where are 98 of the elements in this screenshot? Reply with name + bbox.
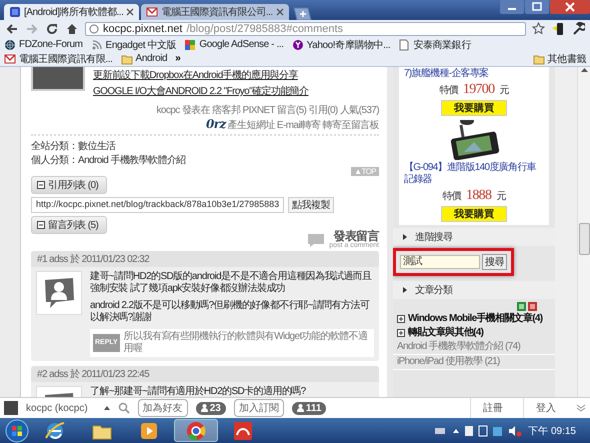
close-icon[interactable] xyxy=(126,8,134,16)
bookmark[interactable]: Android xyxy=(120,52,168,65)
bullet-icon xyxy=(403,287,407,293)
scrollbar-thumb[interactable] xyxy=(578,223,590,255)
toggle-button[interactable]: 留言列表 (5) xyxy=(31,216,108,234)
user-menu[interactable]: kocpc (kocpc) xyxy=(26,402,110,414)
category-item[interactable]: 轉貼文章與其他(4) xyxy=(393,326,555,340)
caret-icon xyxy=(104,406,110,410)
comment-text: 了解~那建哥~請問有適用於HD2的SD卡的適用的嗎? xyxy=(90,386,307,397)
search-field[interactable]: 測試 xyxy=(400,255,480,269)
expand-all-icon[interactable] xyxy=(517,302,526,311)
product-description[interactable]: 7)旗艦機種-企客專案 xyxy=(404,68,489,80)
share-links[interactable]: 產生短網址 E-mail轉寄 轉寄至留言板 xyxy=(228,118,379,132)
copy-button[interactable]: 點我複製 xyxy=(288,197,334,213)
person-icon xyxy=(296,404,304,412)
personal-category[interactable]: 個人分類：Android 手機教學軟體介紹 xyxy=(31,153,379,167)
clock[interactable]: 下午 09:15 xyxy=(528,424,576,438)
bookmark[interactable]: Engadget 中文版 xyxy=(90,38,176,51)
bookmarks-overflow[interactable]: » xyxy=(175,53,180,64)
browser-e-icon xyxy=(44,420,66,442)
price: 19700 xyxy=(462,82,494,98)
chevron-icon[interactable] xyxy=(576,404,586,412)
add-friend-button[interactable]: 加為好友 xyxy=(138,399,188,417)
browser-tab[interactable]: 電腦王國際資訊有限公司... xyxy=(141,4,289,20)
count-badge: 111 xyxy=(292,402,326,414)
mail-icon xyxy=(146,6,158,18)
squares-icon xyxy=(184,38,196,50)
back-icon[interactable] xyxy=(5,22,19,36)
taskbar-button[interactable] xyxy=(174,419,218,442)
expand-icon[interactable] xyxy=(397,329,405,337)
person-icon xyxy=(200,404,208,412)
chrome-icon xyxy=(185,420,207,442)
umbrella-icon xyxy=(232,420,254,442)
folder-icon xyxy=(532,52,545,64)
count-badge: 23 xyxy=(196,402,226,414)
user-silhouette-icon xyxy=(42,276,76,310)
blog-icon xyxy=(9,6,21,18)
category-item[interactable]: iPhone/iPad 使用教學 (21) xyxy=(393,355,555,370)
search-icon[interactable] xyxy=(118,402,130,414)
buy-button[interactable]: 我要購買 xyxy=(441,100,507,116)
comment-header: #2 adss 於 2011/01/23 22:45 xyxy=(31,366,379,382)
product-description[interactable]: 【G-094】進階版140度廣角行車記錄器 xyxy=(404,162,544,186)
search-button[interactable]: 搜尋 xyxy=(482,254,507,270)
site-category: 全站分類：數位生活 xyxy=(31,140,117,153)
bookmark[interactable]: 安泰商業銀行 xyxy=(398,38,471,51)
photo-placeholder xyxy=(31,67,85,91)
close-icon[interactable] xyxy=(550,0,590,14)
price-label: 特價 xyxy=(439,84,458,98)
trackback-url-field[interactable]: http://kocpc.pixnet.net/blog/trackback/878a10b3e1/27985883 xyxy=(31,197,284,213)
bookmark[interactable]: Google AdSense - ... xyxy=(184,38,284,51)
globe-icon xyxy=(4,38,16,50)
currency: 元 xyxy=(496,190,506,204)
scrollbar[interactable] xyxy=(577,67,590,397)
browser-tab[interactable]: [Android]將所有軟體都... xyxy=(4,4,140,20)
feed-icon xyxy=(90,38,103,50)
post-meta: kocpc 發表在 痞客邦 PIXNET 留言(5) 引用(0) 人氣(537) xyxy=(155,104,379,117)
bookmark-folder[interactable]: 其他書籤 xyxy=(532,52,586,65)
currency: 元 xyxy=(499,84,509,98)
home-icon[interactable] xyxy=(65,22,79,36)
folder-icon xyxy=(120,52,133,64)
related-post-link[interactable]: 更新前設下載Dropbox在Android手機的應用與分享 xyxy=(93,68,308,82)
price: 1888 xyxy=(466,188,492,204)
collapse-icon xyxy=(37,181,45,189)
y-icon xyxy=(292,38,304,50)
bookmark[interactable]: 電腦王國際資訊有限... xyxy=(4,52,113,65)
category-item[interactable]: Android 手機教學軟體介紹 (74) xyxy=(393,340,555,355)
phone-icon[interactable] xyxy=(551,22,565,36)
price-label: 特價 xyxy=(442,190,462,204)
close-icon[interactable] xyxy=(276,8,284,16)
mail-icon xyxy=(4,52,16,64)
bookmark[interactable]: Yahoo!奇摩購物中... xyxy=(292,38,390,51)
related-post-link[interactable]: GOOGLE I/O大會ANDROID 2.2 "Froyo"確定功能簡介 xyxy=(93,84,308,98)
start-button-icon[interactable] xyxy=(4,418,30,442)
comment-text: android 2.2版不是可以移動嗎?但刷機的好像都不行耶~請問有方法可以解決嗎?謝謝 xyxy=(90,300,371,324)
expand-icon[interactable] xyxy=(397,315,405,323)
star-icon[interactable] xyxy=(532,22,545,35)
reply-text: 所以我有寫有些開機執行的軟體與有Widget功能的軟體不適用喔 xyxy=(124,331,368,355)
comment-header: #1 adss 於 2011/01/23 02:32 xyxy=(31,251,379,267)
maximize-icon[interactable] xyxy=(525,0,549,14)
short-url-logo: 0rz xyxy=(206,117,226,131)
toggle-button[interactable]: 引用列表 (0) xyxy=(31,176,108,194)
buy-button[interactable]: 我要購買 xyxy=(441,206,507,222)
avatar xyxy=(4,401,18,415)
post-comment-link[interactable]: 發表留言 xyxy=(333,230,379,242)
address-bar[interactable]: kocpc.pixnet.net /blog/post/27985883#comments xyxy=(85,22,526,36)
section-header: 進階搜尋 xyxy=(393,228,555,246)
collapse-icon xyxy=(37,221,45,229)
subscribe-button[interactable]: 加入訂閱 xyxy=(234,399,284,417)
category-item[interactable]: Windows Mobile手機相關文章(4) xyxy=(393,312,555,326)
comment-text: 建哥~請問HD2的SD版的android是不是不適合用這種因為我試過而且強制安裝 試了幾項apk安裝好像都沒辦法裝成功 xyxy=(90,271,373,295)
section-header: 文章分類 xyxy=(393,281,555,299)
bullet-icon xyxy=(403,234,407,240)
collapse-all-icon[interactable] xyxy=(528,302,537,311)
minimize-icon[interactable] xyxy=(500,0,524,14)
wrench-icon[interactable] xyxy=(571,22,585,36)
reload-icon[interactable] xyxy=(45,22,59,36)
new-tab-icon[interactable] xyxy=(290,7,313,20)
bookmark[interactable]: FDZone-Forum xyxy=(4,38,83,51)
